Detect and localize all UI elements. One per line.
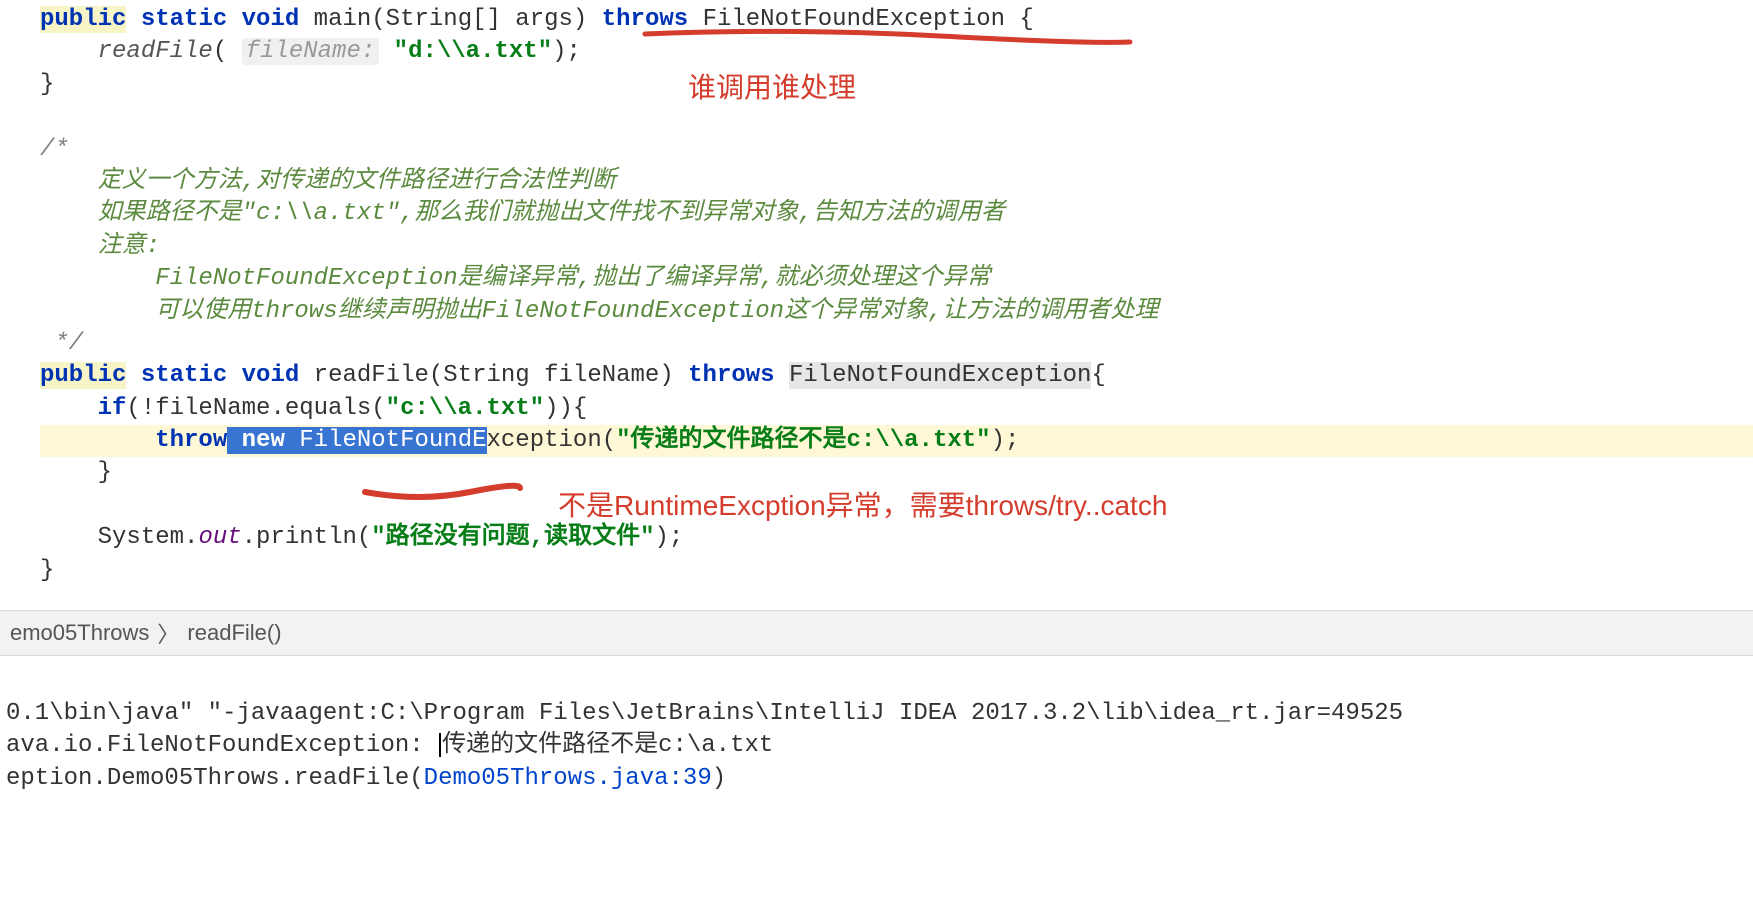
run-console[interactable]: 0.1\bin\java" "-javaagent:C:\Program Fil… [0, 690, 1753, 803]
keyword-void: void [242, 6, 300, 33]
out-field: out [198, 524, 241, 551]
keyword-new: new [242, 427, 285, 454]
string-literal: "传递的文件路径不是c:\\a.txt" [616, 427, 990, 454]
brace: { [1091, 362, 1105, 389]
annotation-bottom: 不是RuntimeExcption异常，需要throws/try..catch [558, 484, 1167, 524]
keyword-public: public [40, 6, 126, 33]
keyword-void: void [242, 362, 300, 389]
comment-line[interactable]: 如果路径不是"c:\\a.txt",那么我们就抛出文件找不到异常对象,告知方法的… [40, 198, 1753, 230]
brace: } [98, 459, 112, 486]
code-line[interactable]: System.out.println("路径没有问题,读取文件"); [40, 522, 1753, 554]
keyword-throws: throws [602, 6, 688, 33]
method-main: main [314, 6, 372, 33]
console-line[interactable]: 0.1\bin\java" "-javaagent:C:\Program Fil… [6, 698, 1747, 730]
console-text: ava.io.FileNotFoundException: [6, 732, 438, 759]
comment-text: 注意: [98, 233, 160, 260]
code-line[interactable]: readFile( fileName: "d:\\a.txt"); [40, 36, 1753, 68]
exception-type: FileNotFoundException [789, 362, 1091, 389]
call-readfile: readFile [98, 38, 213, 65]
comment-text: "c:\\a.txt" [242, 200, 400, 227]
system: System [98, 524, 184, 551]
breadcrumb-bar[interactable]: emo05Throws 〉 readFile() [0, 610, 1753, 656]
comment-text: 可以使用throws继续声明抛出FileNotFoundException这个异… [155, 298, 1158, 325]
println: .println( [242, 524, 372, 551]
exception-rest: xception [487, 427, 602, 454]
keyword-static: static [141, 6, 227, 33]
console-text: ) [712, 765, 726, 792]
console-line[interactable]: eption.Demo05Throws.readFile(Demo05Throw… [6, 763, 1747, 795]
keyword-static: static [141, 362, 227, 389]
string-literal: "路径没有问题,读取文件" [371, 524, 654, 551]
console-text: 0.1\bin\java" "-javaagent:C:\Program Fil… [6, 700, 1403, 727]
comment-line[interactable]: */ [40, 328, 1753, 360]
string-literal: "d:\\a.txt" [394, 38, 552, 65]
exception-type: FileNotFoundException [703, 6, 1005, 33]
brace: { [1019, 6, 1033, 33]
console-line[interactable]: ava.io.FileNotFoundException: 传递的文件路径不是c… [6, 730, 1747, 762]
comment-close: */ [40, 330, 83, 357]
code-line[interactable]: public static void main(String[] args) t… [40, 4, 1753, 36]
console-source-link[interactable]: Demo05Throws.java:39 [424, 765, 712, 792]
comment-open: /* [40, 136, 69, 163]
comment-line[interactable]: FileNotFoundException是编译异常,抛出了编译异常,就必须处理… [40, 263, 1753, 295]
code-line[interactable]: if(!fileName.equals("c:\\a.txt")){ [40, 393, 1753, 425]
if-cond: (!fileName.equals( [126, 395, 385, 422]
brace: } [40, 71, 54, 98]
console-text: 传递的文件路径不是c:\a.txt [442, 732, 773, 759]
breadcrumb-method[interactable]: readFile() [187, 620, 281, 646]
comment-text: ,那么我们就抛出文件找不到异常对象,告知方法的调用者 [400, 200, 1005, 227]
code-line[interactable]: public static void readFile(String fileN… [40, 360, 1753, 392]
console-caret [439, 733, 441, 757]
comment-line[interactable]: 注意: [40, 231, 1753, 263]
keyword-if: if [98, 395, 127, 422]
comment-line[interactable]: 定义一个方法,对传递的文件路径进行合法性判断 [40, 166, 1753, 198]
console-text: eption.Demo05Throws.readFile( [6, 765, 424, 792]
blank-line [40, 101, 1753, 133]
if-cond-close: )){ [544, 395, 587, 422]
string-literal: "c:\\a.txt" [386, 395, 544, 422]
params: (String[] args) [371, 6, 587, 33]
exception-sel: FileNotFoundE [299, 427, 486, 454]
comment-line[interactable]: /* [40, 134, 1753, 166]
comment-text: FileNotFoundException是编译异常,抛出了编译异常,就必须处理… [155, 265, 990, 292]
brace: } [40, 557, 54, 584]
breadcrumb-separator-icon: 〉 [157, 617, 179, 649]
keyword-public: public [40, 362, 126, 389]
annotation-top: 谁调用谁处理 [688, 66, 856, 106]
comment-line[interactable]: 可以使用throws继续声明抛出FileNotFoundException这个异… [40, 296, 1753, 328]
breadcrumb-class[interactable]: emo05Throws [10, 620, 149, 646]
comment-text: 如果路径不是 [98, 200, 242, 227]
code-line[interactable]: } [40, 69, 1753, 101]
code-line[interactable]: } [40, 555, 1753, 587]
method-readfile: readFile [314, 362, 429, 389]
param-hint: fileName: [242, 38, 380, 65]
comment-text: 定义一个方法,对传递的文件路径进行合法性判断 [98, 168, 616, 195]
params: (String fileName) [429, 362, 674, 389]
code-line-highlighted[interactable]: throw new FileNotFoundException("传递的文件路径… [40, 425, 1753, 457]
keyword-throw: throw [155, 427, 227, 454]
keyword-throws: throws [688, 362, 774, 389]
